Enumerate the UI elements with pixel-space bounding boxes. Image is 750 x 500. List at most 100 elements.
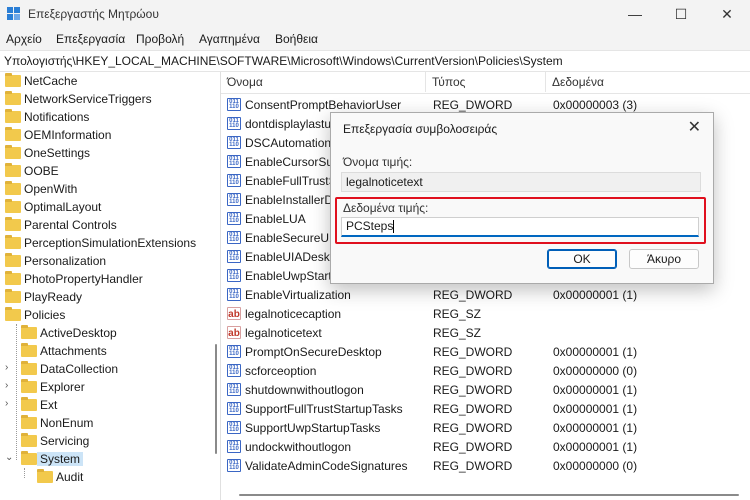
tree-item[interactable]: OptimalLayout — [0, 198, 212, 216]
value-type: REG_DWORD — [433, 383, 513, 397]
tree-item[interactable]: ActiveDesktop — [0, 324, 212, 342]
menu-favorites[interactable]: Αγαπημένα — [199, 32, 260, 46]
value-data: 0x00000001 (1) — [553, 440, 638, 454]
menu-file[interactable]: Αρχείο — [6, 32, 42, 46]
column-header-type[interactable]: Τύπος — [426, 72, 546, 92]
minimize-button[interactable]: — — [612, 0, 658, 28]
tree-item[interactable]: PerceptionSimulationExtensions — [0, 234, 212, 252]
column-header-name[interactable]: Όνομα — [221, 72, 426, 92]
value-type: REG_SZ — [433, 307, 482, 321]
menu-help[interactable]: Βοήθεια — [275, 32, 318, 46]
address-path[interactable]: Υπολογιστής\HKEY_LOCAL_MACHINE\SOFTWARE\… — [4, 54, 563, 68]
binary-value-icon: 011 110 — [227, 117, 241, 130]
value-type: REG_DWORD — [433, 345, 513, 359]
tree-item[interactable]: NetCache — [0, 72, 212, 90]
value-name: EnableVirtualization — [245, 288, 351, 302]
tree-item[interactable]: › Ext — [0, 396, 212, 414]
binary-value-icon: 011 110 — [227, 231, 241, 244]
value-data: 0x00000000 (0) — [553, 459, 638, 473]
tree-item[interactable]: › Explorer — [0, 378, 212, 396]
value-row[interactable]: 011 110 undockwithoutlogon REG_DWORD 0x0000… — [221, 437, 750, 456]
binary-value-icon: 011 110 — [227, 193, 241, 206]
menu-view[interactable]: Προβολή — [136, 32, 184, 46]
value-row[interactable]: 011 110 SupportFullTrustStartupTasks REG_D… — [221, 399, 750, 418]
tree-item-selected[interactable]: ⌄ System — [0, 450, 212, 468]
horizontal-scrollbar[interactable] — [221, 490, 750, 500]
tree-item[interactable]: OpenWith — [0, 180, 212, 198]
tree-item[interactable]: PlayReady — [0, 288, 212, 306]
binary-value-icon: 011 110 — [227, 459, 241, 472]
scrollbar-thumb[interactable] — [215, 344, 217, 454]
chevron-down-icon[interactable]: ⌄ — [5, 452, 13, 463]
value-name: EnableCursorSup — [245, 155, 340, 169]
tree-item[interactable]: OEMInformation — [0, 126, 212, 144]
value-row[interactable]: 011 110 EnableVirtualization REG_DWORD 0x00… — [221, 285, 750, 304]
binary-value-icon: 011 110 — [227, 421, 241, 434]
binary-value-icon: 011 110 — [227, 250, 241, 263]
folder-icon — [5, 181, 21, 195]
ok-button[interactable]: OK — [547, 249, 617, 269]
tree-item[interactable]: OneSettings — [0, 144, 212, 162]
cancel-button[interactable]: Άκυρο — [629, 249, 699, 269]
folder-icon — [5, 289, 21, 303]
tree-scrollbar[interactable] — [212, 72, 220, 500]
value-type: REG_DWORD — [433, 98, 513, 112]
chevron-right-icon[interactable]: › — [5, 362, 8, 373]
chevron-right-icon[interactable]: › — [5, 398, 8, 409]
tree-item[interactable]: Attachments — [0, 342, 212, 360]
binary-value-icon: 011 110 — [227, 364, 241, 377]
string-value-icon: ab — [227, 326, 241, 339]
tree-item[interactable]: Policies — [0, 306, 212, 324]
maximize-button[interactable]: ☐ — [658, 0, 704, 28]
dialog-close-button[interactable]: ✕ — [688, 117, 701, 137]
tree-item[interactable]: Parental Controls — [0, 216, 212, 234]
binary-value-icon: 011 110 — [227, 136, 241, 149]
value-data: 0x00000001 (1) — [553, 402, 638, 416]
tree-item[interactable]: › DataCollection — [0, 360, 212, 378]
value-name: shutdownwithoutlogon — [245, 383, 364, 397]
binary-value-icon: 011 110 — [227, 174, 241, 187]
chevron-right-icon[interactable]: › — [5, 380, 8, 391]
value-data: 0x00000001 (1) — [553, 288, 638, 302]
column-header-data[interactable]: Δεδομένα — [546, 72, 750, 92]
menu-bar: Αρχείο Επεξεργασία Προβολή Αγαπημένα Βοή… — [0, 28, 750, 50]
scrollbar-thumb[interactable] — [239, 494, 739, 496]
tree-item[interactable]: Personalization — [0, 252, 212, 270]
tree-item[interactable]: PhotoPropertyHandler — [0, 270, 212, 288]
tree-item[interactable]: Servicing — [0, 432, 212, 450]
folder-icon — [5, 109, 21, 123]
value-name: SupportFullTrustStartupTasks — [245, 402, 403, 416]
value-row[interactable]: 011 110 ValidateAdminCodeSignatures REG_DW… — [221, 456, 750, 475]
value-data: 0x00000003 (3) — [553, 98, 638, 112]
window-title: Επεξεργαστής Μητρώου — [28, 7, 159, 21]
value-name: EnableFullTrustSt — [245, 174, 340, 188]
value-row[interactable]: 011 110 shutdownwithoutlogon REG_DWORD 0x00… — [221, 380, 750, 399]
folder-icon — [37, 469, 53, 483]
value-name: DSCAutomationH — [245, 136, 340, 150]
folder-icon — [5, 235, 21, 249]
close-window-button[interactable]: ✕ — [704, 0, 750, 28]
value-row[interactable]: ab legalnoticecaption REG_SZ — [221, 304, 750, 323]
value-row[interactable]: ab legalnoticetext REG_SZ — [221, 323, 750, 342]
value-data-input[interactable]: PCSteps — [341, 217, 699, 237]
folder-open-icon — [5, 307, 21, 321]
value-type: REG_DWORD — [433, 402, 513, 416]
folder-icon — [5, 73, 21, 87]
folder-icon — [21, 415, 37, 429]
tree-item[interactable]: NetworkServiceTriggers — [0, 90, 212, 108]
value-row[interactable]: 011 110 PromptOnSecureDesktop REG_DWORD 0x0… — [221, 342, 750, 361]
tree-item[interactable]: Audit — [0, 468, 212, 486]
tree-item[interactable]: Notifications — [0, 108, 212, 126]
tree-item[interactable]: OOBE — [0, 162, 212, 180]
value-type: REG_DWORD — [433, 364, 513, 378]
value-row[interactable]: 011 110 SupportUwpStartupTasks REG_DWORD 0x… — [221, 418, 750, 437]
address-bar[interactable]: Υπολογιστής\HKEY_LOCAL_MACHINE\SOFTWARE\… — [0, 50, 750, 72]
value-data: 0x00000001 (1) — [553, 383, 638, 397]
value-type: REG_DWORD — [433, 459, 513, 473]
tree-item[interactable]: NonEnum — [0, 414, 212, 432]
value-row[interactable]: 011 110 scforceoption REG_DWORD 0x00000000 … — [221, 361, 750, 380]
folder-icon — [21, 433, 37, 447]
menu-edit[interactable]: Επεξεργασία — [56, 32, 125, 46]
key-tree[interactable]: NetCache NetworkServiceTriggers Notifica… — [0, 72, 212, 500]
value-name: ValidateAdminCodeSignatures — [245, 459, 408, 473]
